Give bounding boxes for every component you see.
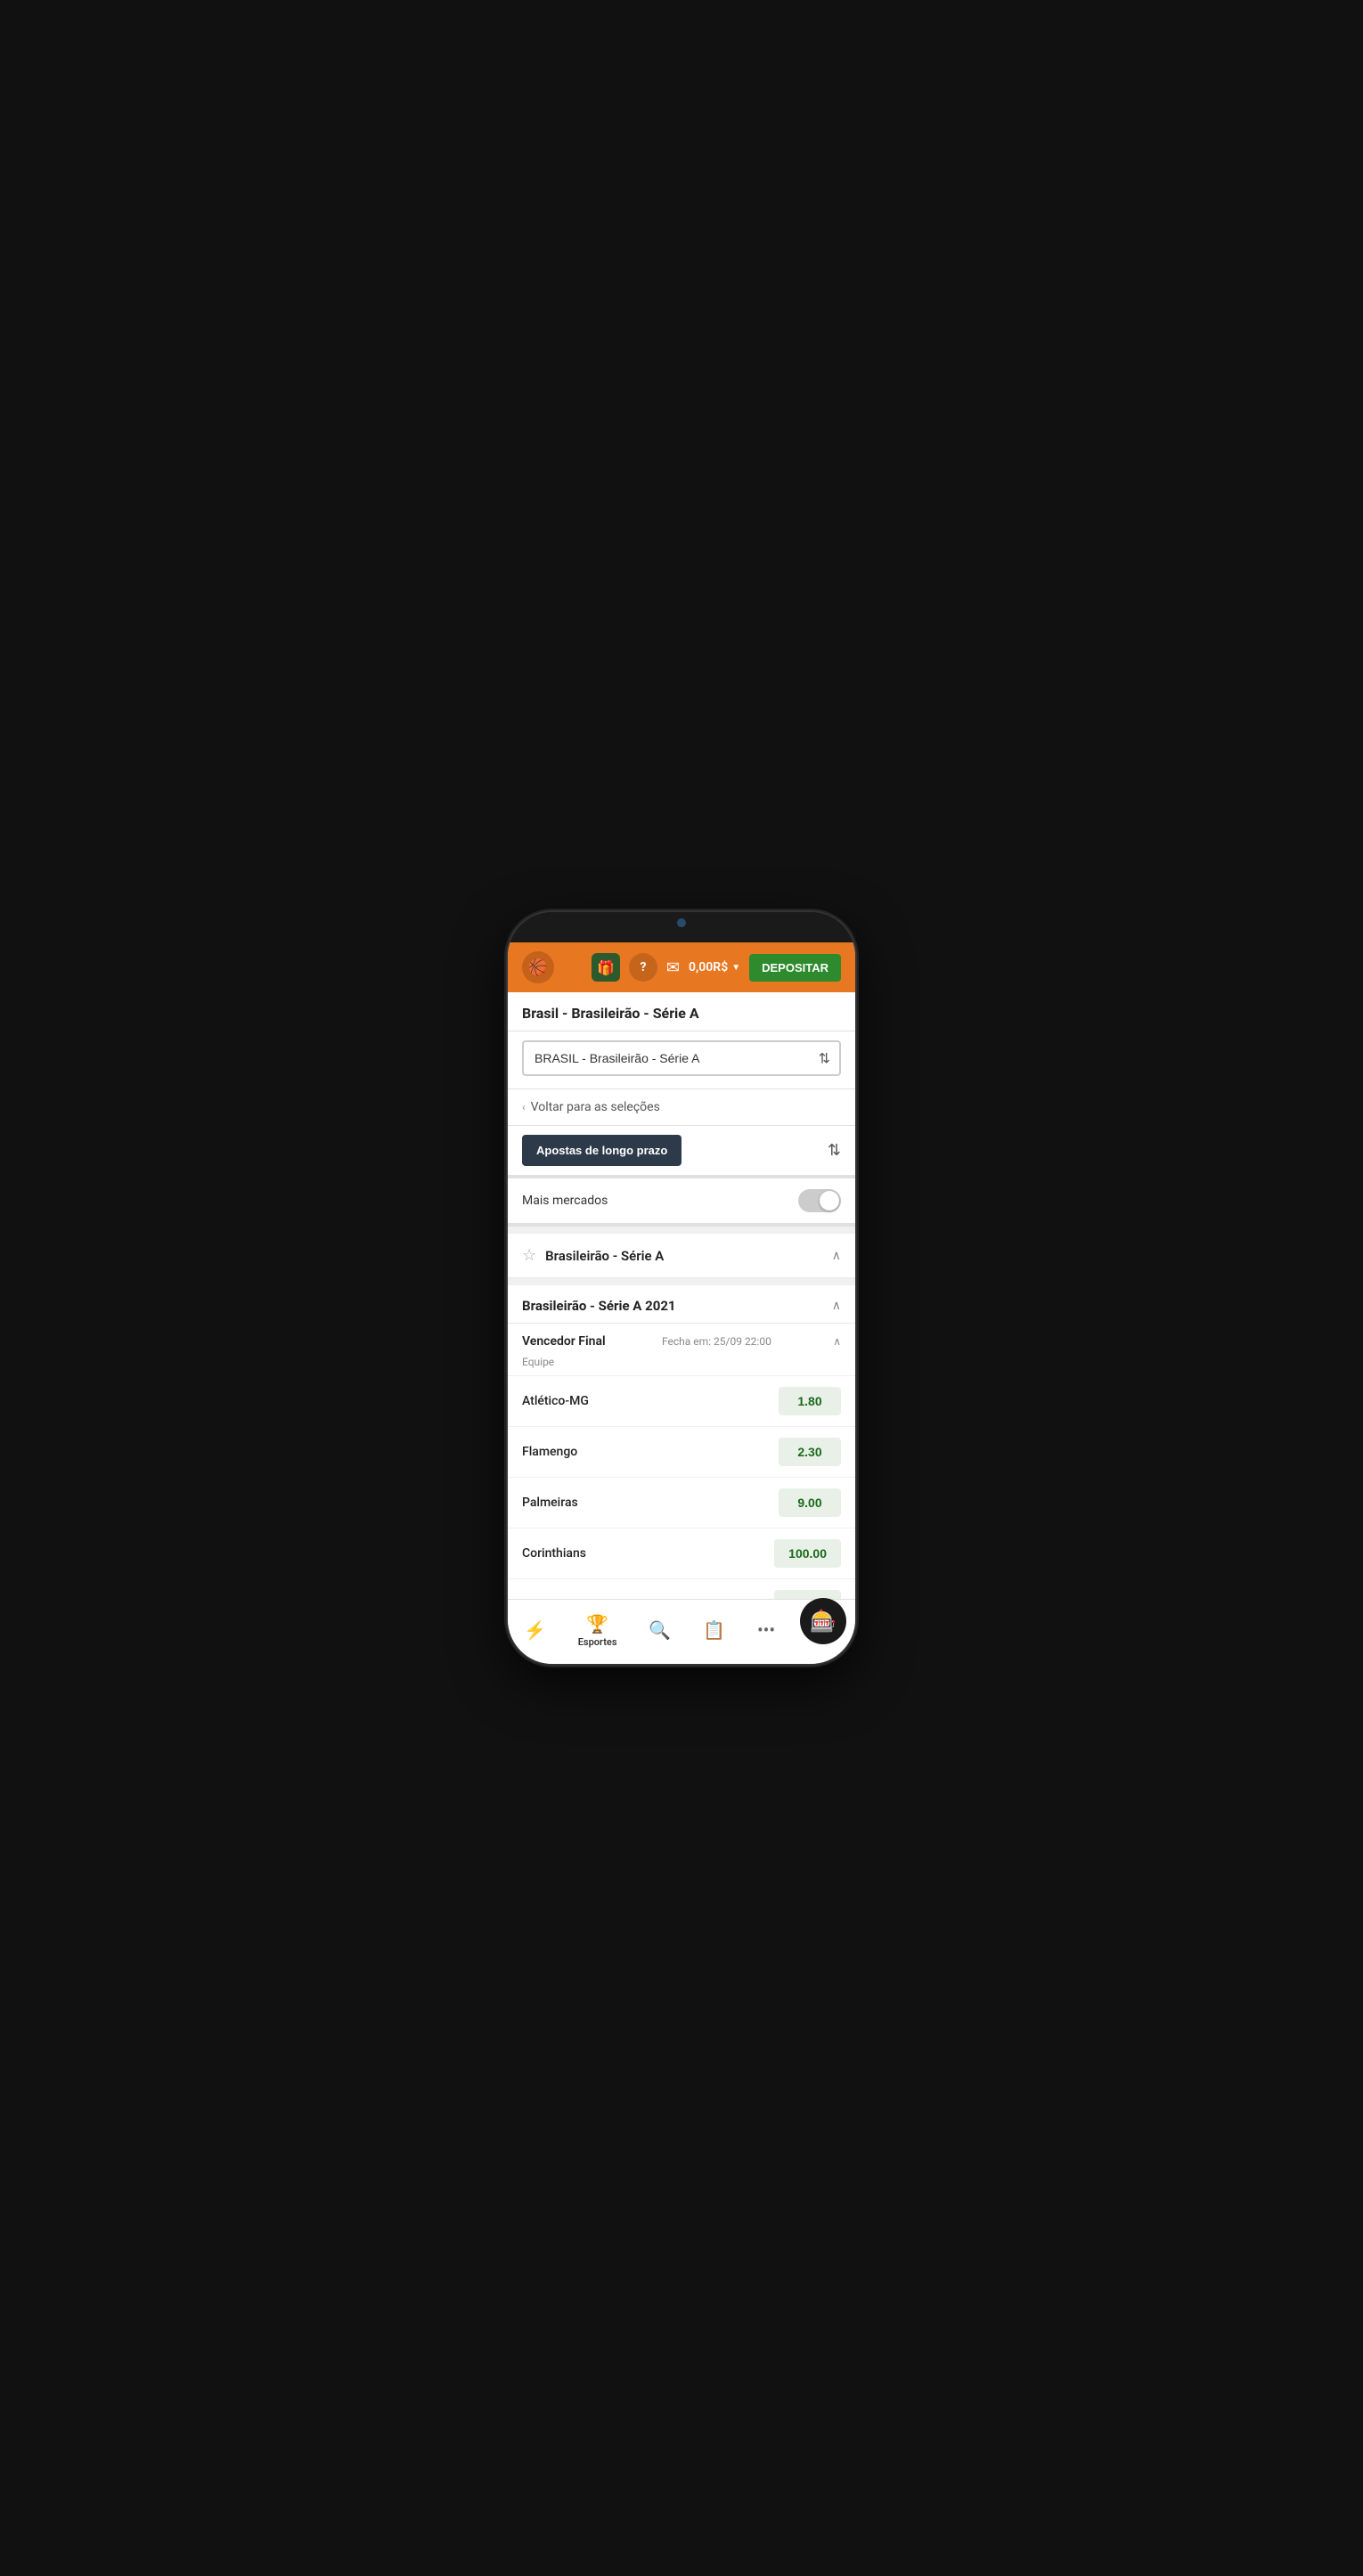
odd-button-flamengo[interactable]: 2.30 (779, 1438, 841, 1466)
team-name-corinthians: Corinthians (522, 1546, 586, 1561)
main-content: Brasil - Brasileirão - Série A BRASIL - … (508, 992, 855, 1599)
back-link-label: Voltar para as seleções (531, 1100, 660, 1114)
bet-row: Flamengo 2.30 (508, 1426, 855, 1477)
bet-row: Bragantino 100.00 (508, 1578, 855, 1599)
card-collapse-icon[interactable]: ∧ (832, 1299, 841, 1313)
team-name-palmeiras: Palmeiras (522, 1496, 578, 1510)
market-subheader: Equipe (508, 1356, 855, 1375)
page-title: Brasil - Brasileirão - Série A (508, 992, 855, 1031)
market-date: Fecha em: 25/09 22:00 (662, 1335, 771, 1348)
toggle-knob (820, 1191, 839, 1211)
betting-card: Brasileirão - Série A 2021 ∧ Vencedor Fi… (508, 1285, 855, 1599)
long-term-bets-button[interactable]: Apostas de longo prazo (522, 1135, 682, 1166)
screen: 🏀 🎁 ? ✉ 0,00R$ ▼ DEPOSITAR Brasil - Bras… (508, 942, 855, 1664)
betslip-icon: 📋 (703, 1619, 725, 1641)
section-header: ☆ Brasileirão - Série A ∧ (508, 1234, 855, 1278)
card-header: Brasileirão - Série A 2021 ∧ (508, 1285, 855, 1324)
more-icon: ••• (757, 1619, 775, 1641)
bottom-navigation: ⚡ 🏆 Esportes 🔍 📋 ••• 🎰 (508, 1599, 855, 1664)
bet-row: Corinthians 100.00 (508, 1528, 855, 1578)
nav-item-lightning[interactable]: ⚡ (517, 1616, 553, 1644)
card-title: Brasileirão - Série A 2021 (522, 1298, 676, 1314)
team-name-atletico: Atlético-MG (522, 1394, 589, 1408)
nav-item-search[interactable]: 🔍 (641, 1616, 678, 1644)
balance-display[interactable]: 0,00R$ ▼ (689, 960, 740, 974)
mail-icon[interactable]: ✉ (666, 958, 680, 977)
notch (628, 912, 735, 933)
deposit-button[interactable]: DEPOSITAR (749, 954, 841, 982)
balance-amount: 0,00R$ (689, 960, 728, 974)
more-markets-label: Mais mercados (522, 1194, 608, 1208)
select-container: BRASIL - Brasileirão - Série A ⇅ (522, 1040, 841, 1076)
odd-button-bragantino[interactable]: 100.00 (774, 1590, 841, 1599)
gift-icon[interactable]: 🎁 (592, 953, 620, 982)
casino-button[interactable]: 🎰 (800, 1598, 846, 1644)
camera (677, 918, 686, 927)
help-button[interactable]: ? (629, 953, 657, 982)
sports-label: Esportes (578, 1636, 617, 1648)
app-logo[interactable]: 🏀 (522, 951, 554, 983)
sports-icon: 🏆 (586, 1613, 608, 1634)
nav-item-more[interactable]: ••• (750, 1616, 782, 1644)
app-header: 🏀 🎁 ? ✉ 0,00R$ ▼ DEPOSITAR (508, 942, 855, 992)
bet-row: Palmeiras 9.00 (508, 1477, 855, 1528)
more-markets-toggle[interactable] (798, 1189, 841, 1212)
bet-row: Atlético-MG 1.80 (508, 1375, 855, 1426)
nav-item-sports[interactable]: 🏆 Esportes (571, 1610, 624, 1651)
odd-button-corinthians[interactable]: 100.00 (774, 1539, 841, 1568)
filter-bar: Apostas de longo prazo ⇅ (508, 1126, 855, 1178)
team-name-flamengo: Flamengo (522, 1445, 577, 1459)
back-link[interactable]: ‹ Voltar para as seleções (508, 1089, 855, 1126)
market-name: Vencedor Final (522, 1334, 606, 1349)
more-markets-row: Mais mercados (508, 1178, 855, 1227)
star-icon[interactable]: ☆ (522, 1246, 536, 1265)
balance-dropdown-arrow: ▼ (731, 963, 740, 973)
market-header: Vencedor Final Fecha em: 25/09 22:00 ∧ (508, 1324, 855, 1356)
notch-area (508, 912, 855, 942)
filter-icon[interactable]: ⇅ (828, 1141, 841, 1160)
casino-icon: 🎰 (810, 1609, 837, 1634)
league-selector-wrapper: BRASIL - Brasileirão - Série A ⇅ (508, 1031, 855, 1089)
nav-item-betslip[interactable]: 📋 (696, 1616, 732, 1644)
collapse-icon[interactable]: ∧ (832, 1249, 841, 1263)
lightning-icon: ⚡ (524, 1619, 546, 1641)
section-title: Brasileirão - Série A (545, 1248, 823, 1264)
market-collapse-icon[interactable]: ∧ (833, 1335, 841, 1348)
search-icon: 🔍 (649, 1619, 671, 1641)
gift-emoji: 🎁 (597, 959, 615, 976)
odd-button-atletico[interactable]: 1.80 (779, 1387, 841, 1415)
back-chevron-icon: ‹ (522, 1101, 526, 1113)
league-select[interactable]: BRASIL - Brasileirão - Série A (522, 1040, 841, 1076)
phone-frame: 🏀 🎁 ? ✉ 0,00R$ ▼ DEPOSITAR Brasil - Bras… (508, 912, 855, 1664)
odd-button-palmeiras[interactable]: 9.00 (779, 1488, 841, 1517)
